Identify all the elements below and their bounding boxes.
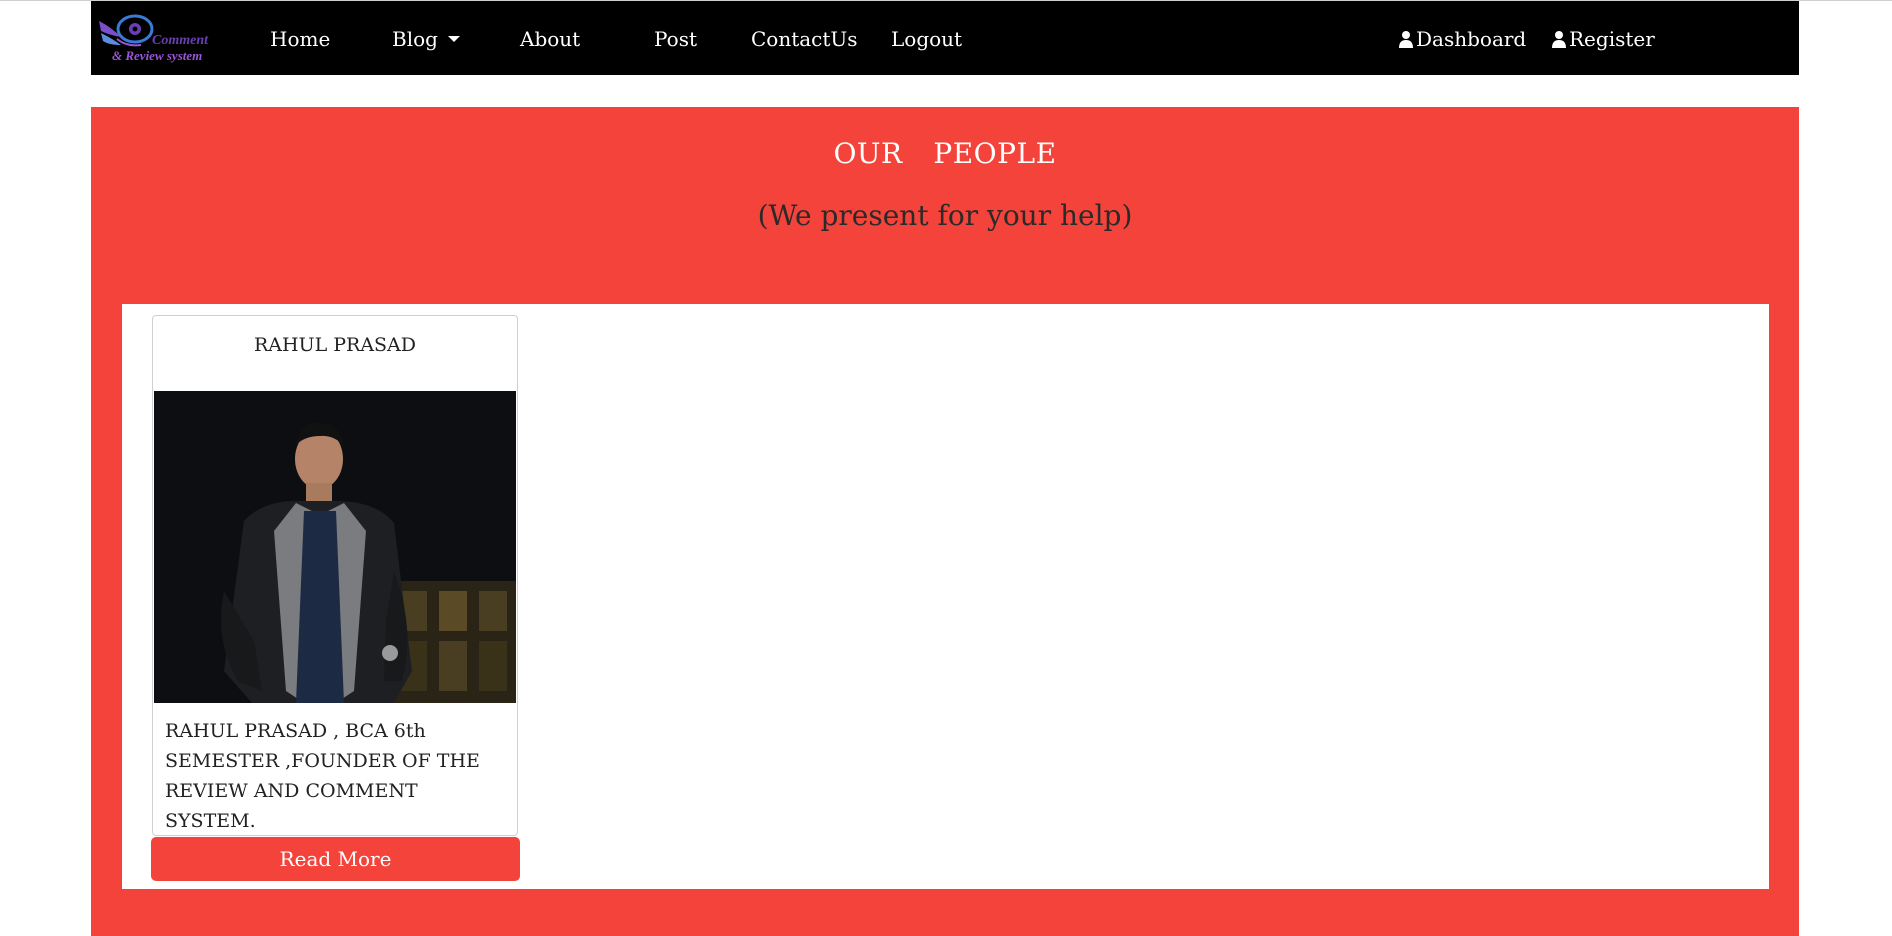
person-photo-image [154,391,516,703]
top-navbar: Comment & Review system Home Blog About … [91,1,1799,75]
section-subtitle: (We present for your help) [757,199,1133,232]
section-title: OUR PEOPLE [833,137,1057,170]
people-panel: RAHUL PRASAD RAHUL PRASAD , BCA 6th SEME… [122,304,1769,889]
our-people-section: OUR PEOPLE (We present for your help) RA… [91,107,1799,936]
logo-text-primary: Comment [152,33,209,48]
user-icon [1399,31,1413,48]
read-more-button[interactable]: Read More [151,837,520,881]
site-logo[interactable]: Comment & Review system [97,9,213,67]
person-description: RAHUL PRASAD , BCA 6th SEMESTER ,FOUNDER… [165,720,480,832]
nav-about[interactable]: About [520,1,580,75]
nav-blog-dropdown[interactable]: Blog [392,1,460,75]
person-card: RAHUL PRASAD RAHUL PRASAD , BCA 6th SEME… [152,315,518,836]
nav-post[interactable]: Post [654,1,697,75]
person-name: RAHUL PRASAD [253,334,417,356]
nav-register-label: Register [1569,27,1655,51]
nav-dashboard[interactable]: Dashboard [1399,1,1526,75]
nav-blog-label: Blog [392,27,438,51]
nav-dashboard-label: Dashboard [1416,27,1527,51]
person-photo [154,391,516,703]
nav-contactus[interactable]: ContactUs [751,1,858,75]
nav-home[interactable]: Home [270,1,330,75]
nav-register[interactable]: Register [1552,1,1655,75]
user-icon [1552,31,1566,48]
logo-text-secondary: & Review system [112,48,203,63]
caret-down-icon [447,36,460,42]
nav-logout[interactable]: Logout [891,1,962,75]
